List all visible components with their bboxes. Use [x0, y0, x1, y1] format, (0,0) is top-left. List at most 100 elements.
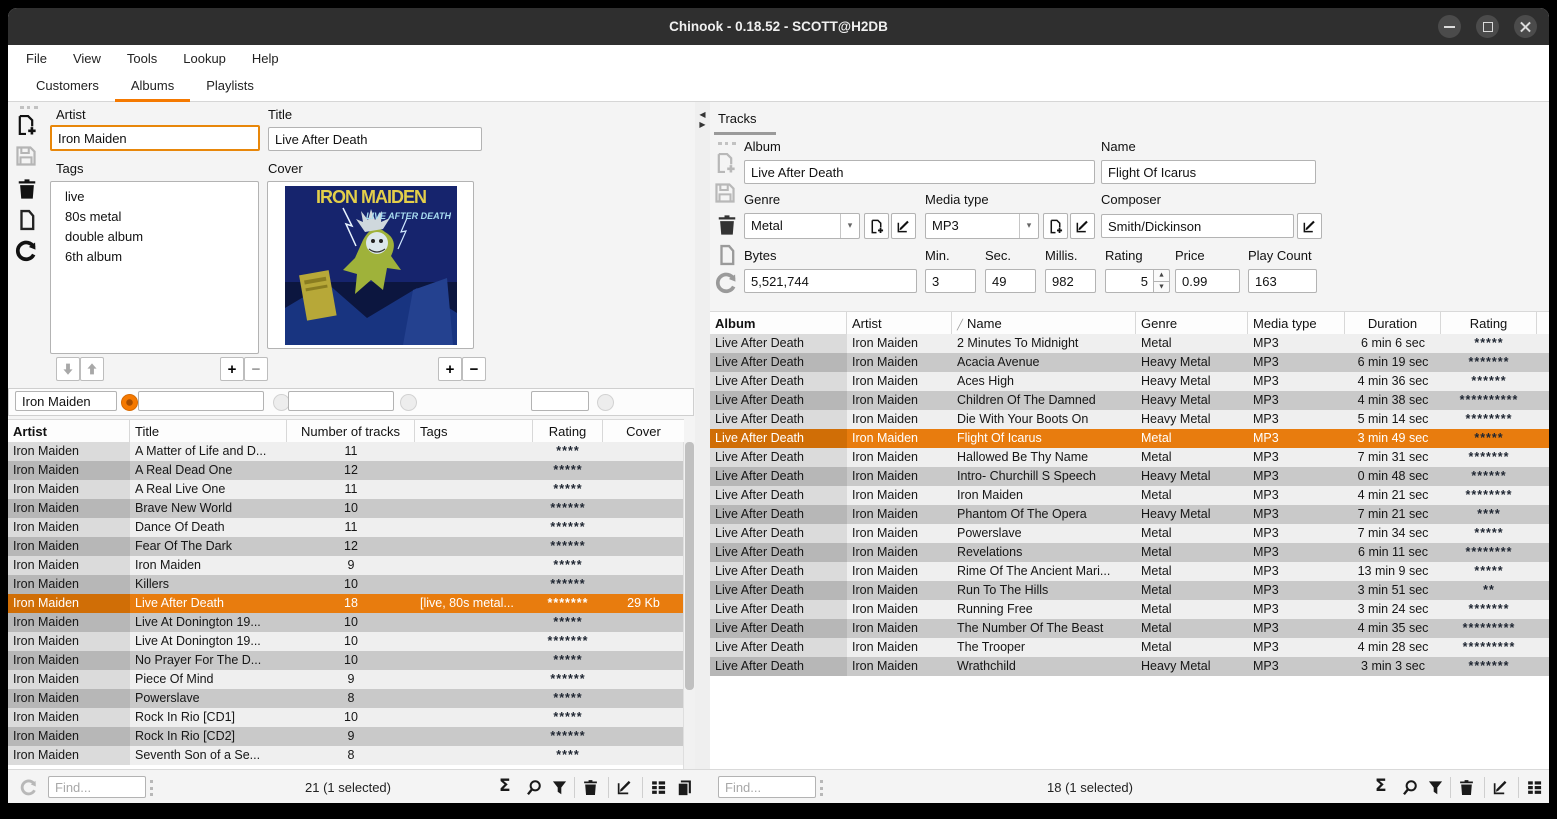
- column-header-duration[interactable]: Duration: [1345, 312, 1441, 335]
- spin-down-icon[interactable]: ▼: [1154, 281, 1170, 294]
- name-field[interactable]: [1101, 160, 1316, 184]
- remove-tag-button[interactable]: −: [244, 357, 268, 381]
- track-row[interactable]: Live After DeathIron Maiden2 Minutes To …: [710, 334, 1549, 353]
- album-row[interactable]: Iron MaidenPowerslave8*****: [8, 689, 684, 708]
- maximize-button[interactable]: [1476, 15, 1499, 38]
- tracks-filter-input[interactable]: [288, 391, 394, 411]
- album-field[interactable]: [744, 160, 1095, 184]
- drag-handle[interactable]: [150, 780, 156, 796]
- copy-pages-icon[interactable]: [676, 779, 693, 796]
- column-header-rating[interactable]: Rating: [533, 420, 603, 443]
- search-icon[interactable]: [1401, 779, 1418, 796]
- album-row[interactable]: Iron MaidenRock In Rio [CD1]10*****: [8, 708, 684, 727]
- album-row[interactable]: Iron MaidenLive At Donington 19...10****…: [8, 632, 684, 651]
- duplicate-icon[interactable]: [716, 244, 738, 266]
- tab-playlists[interactable]: Playlists: [190, 71, 270, 101]
- track-row[interactable]: Live After DeathIron MaidenPhantom Of Th…: [710, 505, 1549, 524]
- rating-filter-input[interactable]: [531, 391, 589, 411]
- bytes-field[interactable]: [744, 269, 917, 293]
- menu-help[interactable]: Help: [252, 51, 279, 66]
- add-record-icon[interactable]: [714, 152, 736, 174]
- menu-tools[interactable]: Tools: [127, 51, 157, 66]
- genre-select[interactable]: Metal ▾: [744, 213, 860, 239]
- column-settings-icon[interactable]: [650, 779, 667, 796]
- track-row[interactable]: Live After DeathIron MaidenAces HighHeav…: [710, 372, 1549, 391]
- edit-genre-button[interactable]: [891, 213, 916, 239]
- tags-list[interactable]: live80s metaldouble album6th album: [50, 181, 259, 354]
- add-record-icon[interactable]: [15, 114, 37, 136]
- albums-find-input[interactable]: [48, 776, 146, 798]
- add-cover-button[interactable]: +: [438, 357, 462, 381]
- track-row[interactable]: Live After DeathIron MaidenRunning FreeM…: [710, 600, 1549, 619]
- album-row[interactable]: Iron MaidenLive At Donington 19...10****…: [8, 613, 684, 632]
- artist-filter-radio[interactable]: [121, 394, 138, 411]
- min-field[interactable]: [925, 269, 976, 293]
- track-row[interactable]: Live After DeathIron MaidenWrathchildHea…: [710, 657, 1549, 676]
- tab-albums[interactable]: Albums: [115, 71, 190, 101]
- collapse-left-icon[interactable]: ◀: [695, 110, 710, 120]
- track-row[interactable]: Live After DeathIron MaidenFlight Of Ica…: [710, 429, 1549, 448]
- delete-icon[interactable]: [716, 214, 738, 236]
- column-header-artist[interactable]: Artist: [8, 420, 130, 443]
- album-row[interactable]: Iron MaidenNo Prayer For The D...10*****: [8, 651, 684, 670]
- millis-field[interactable]: [1045, 269, 1096, 293]
- column-header-tracks[interactable]: Number of tracks: [287, 420, 415, 443]
- track-row[interactable]: Live After DeathIron MaidenRevelationsMe…: [710, 543, 1549, 562]
- column-header-album[interactable]: Album: [710, 312, 847, 335]
- add-tag-button[interactable]: +: [220, 357, 244, 381]
- rating-filter-radio[interactable]: [597, 394, 614, 411]
- column-header-media-type[interactable]: Media type: [1248, 312, 1345, 335]
- filter-icon[interactable]: [551, 779, 568, 796]
- duplicate-icon[interactable]: [16, 209, 38, 231]
- track-row[interactable]: Live After DeathIron MaidenRun To The Hi…: [710, 581, 1549, 600]
- move-down-button[interactable]: [56, 357, 80, 381]
- edit-media-type-button[interactable]: [1070, 213, 1095, 239]
- rating-field[interactable]: [1105, 269, 1154, 293]
- track-row[interactable]: Live After DeathIron MaidenPowerslaveMet…: [710, 524, 1549, 543]
- refresh-icon[interactable]: [715, 272, 737, 294]
- panel-splitter[interactable]: ◀ ▶: [695, 102, 710, 769]
- artist-filter-input[interactable]: [15, 391, 117, 411]
- drag-handle[interactable]: [820, 780, 826, 796]
- album-row[interactable]: Iron MaidenSeventh Son of a Se...8****: [8, 746, 684, 765]
- tracks-filter-radio[interactable]: [400, 394, 417, 411]
- delete-icon[interactable]: [16, 178, 38, 200]
- sec-field[interactable]: [985, 269, 1036, 293]
- edit-icon[interactable]: [616, 779, 633, 796]
- column-settings-icon[interactable]: [1526, 779, 1543, 796]
- tab-customers[interactable]: Customers: [20, 71, 115, 101]
- title-filter-input[interactable]: [138, 391, 264, 411]
- track-row[interactable]: Live After DeathIron MaidenIron MaidenMe…: [710, 486, 1549, 505]
- remove-cover-button[interactable]: −: [462, 357, 486, 381]
- collapse-right-icon[interactable]: ▶: [695, 120, 710, 130]
- album-row[interactable]: Iron MaidenLive After Death18[live, 80s …: [8, 594, 684, 613]
- column-header-genre[interactable]: Genre: [1136, 312, 1248, 335]
- aggregate-icon[interactable]: Σ: [499, 778, 516, 795]
- tracks-tab[interactable]: Tracks: [718, 111, 757, 126]
- tag-item[interactable]: 6th album: [51, 247, 258, 267]
- track-row[interactable]: Live After DeathIron MaidenChildren Of T…: [710, 391, 1549, 410]
- filter-icon[interactable]: [1427, 779, 1444, 796]
- edit-composer-button[interactable]: [1297, 213, 1322, 239]
- refresh-icon[interactable]: [15, 240, 37, 262]
- tag-item[interactable]: live: [51, 187, 258, 207]
- column-header-rating[interactable]: Rating: [1441, 312, 1537, 335]
- track-row[interactable]: Live After DeathIron MaidenIntro- Church…: [710, 467, 1549, 486]
- albums-scrollbar-thumb[interactable]: [685, 442, 694, 690]
- track-row[interactable]: Live After DeathIron MaidenAcacia Avenue…: [710, 353, 1549, 372]
- minimize-button[interactable]: [1438, 15, 1461, 38]
- album-row[interactable]: Iron MaidenDance Of Death11******: [8, 518, 684, 537]
- title-field[interactable]: [268, 127, 482, 151]
- play-count-field[interactable]: [1248, 269, 1317, 293]
- tag-item[interactable]: double album: [51, 227, 258, 247]
- edit-icon[interactable]: [1492, 779, 1509, 796]
- menu-file[interactable]: File: [26, 51, 47, 66]
- price-field[interactable]: [1175, 269, 1240, 293]
- search-icon[interactable]: [525, 779, 542, 796]
- album-row[interactable]: Iron MaidenA Real Dead One12*****: [8, 461, 684, 480]
- tracks-find-input[interactable]: [718, 776, 816, 798]
- artist-field[interactable]: [50, 125, 260, 151]
- column-header-name[interactable]: ╱Name: [952, 312, 1136, 335]
- column-header-cover[interactable]: Cover: [603, 420, 684, 443]
- album-row[interactable]: Iron MaidenIron Maiden9*****: [8, 556, 684, 575]
